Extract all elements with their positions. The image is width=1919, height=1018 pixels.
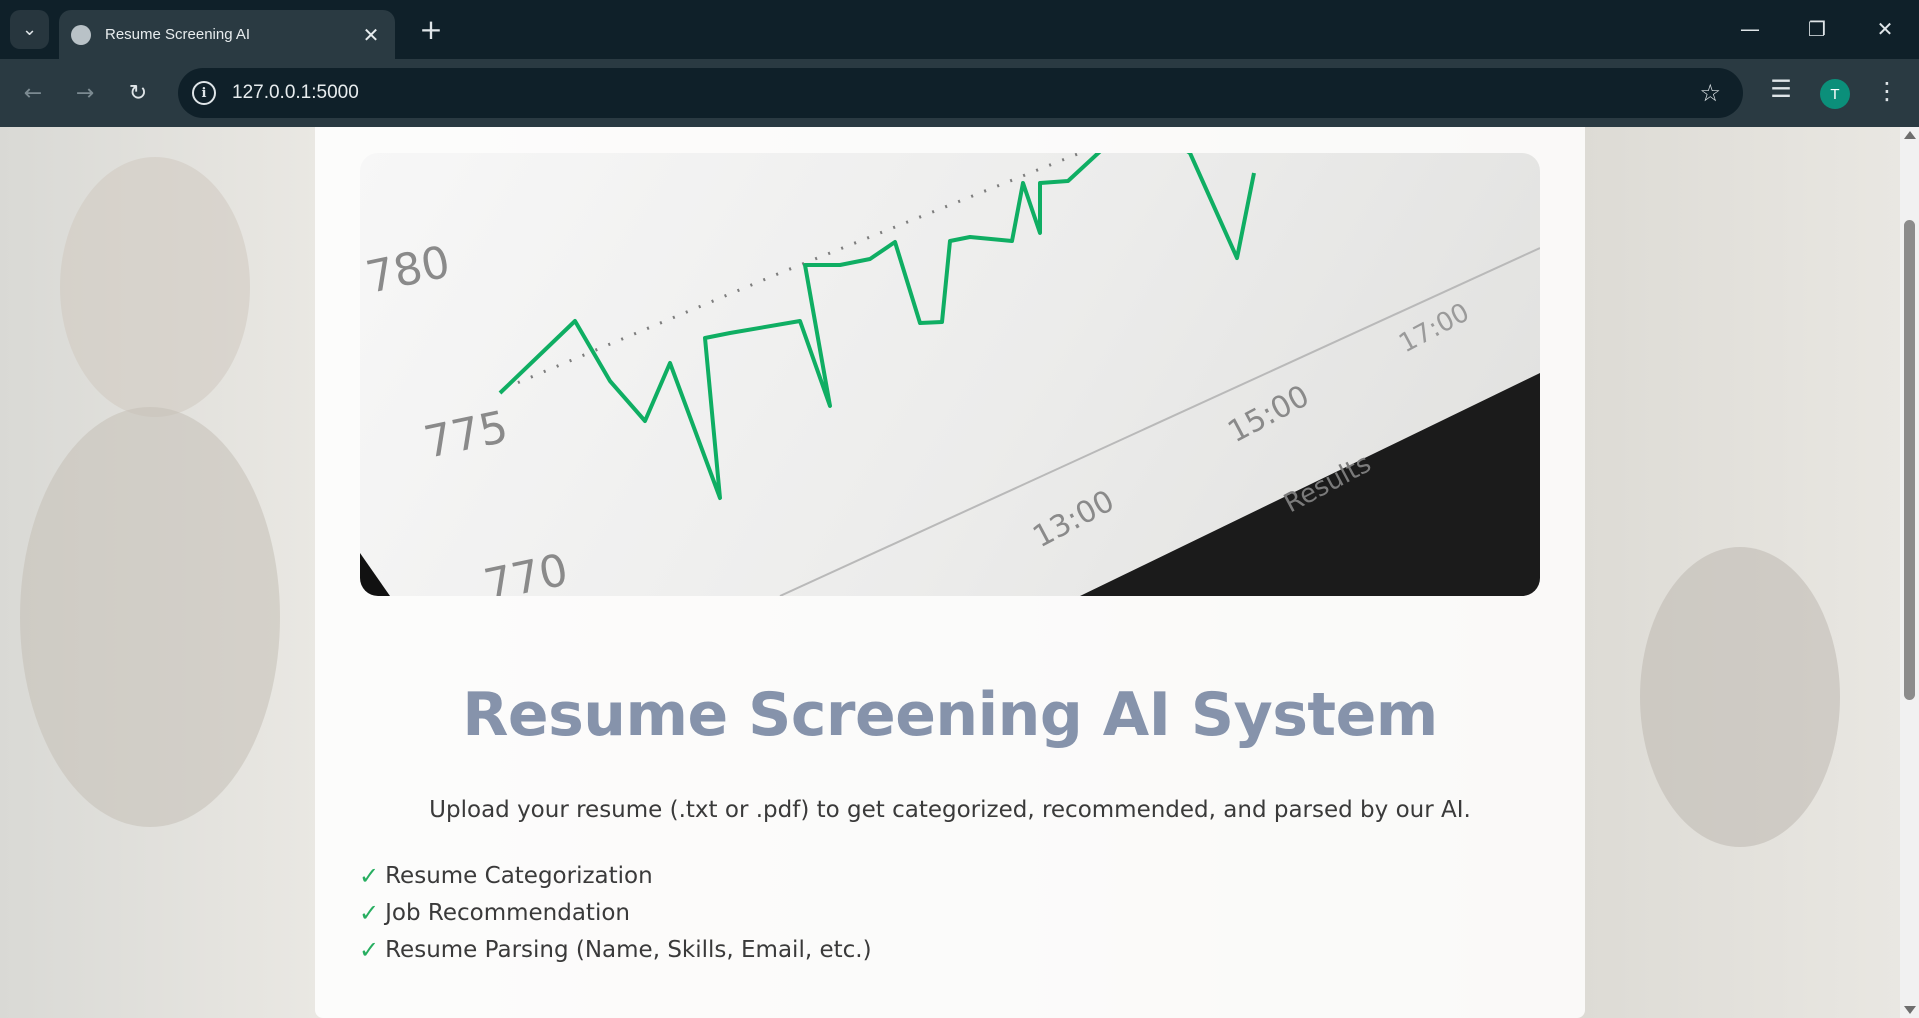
- scroll-up-icon[interactable]: [1904, 131, 1916, 139]
- close-tab-icon[interactable]: ✕: [359, 23, 383, 47]
- scroll-down-icon[interactable]: [1904, 1006, 1916, 1014]
- feature-label: Job Recommendation: [385, 899, 630, 926]
- more-menu-icon[interactable]: ⋮: [1872, 77, 1902, 105]
- feature-list: ✓ Resume Categorization ✓ Job Recommenda…: [359, 857, 872, 968]
- background-image: [60, 157, 250, 417]
- background-image: [1640, 547, 1840, 847]
- tab-strip: ⌄ Resume Screening AI ✕ + — ❐ ✕: [0, 0, 1919, 59]
- time-label: 17:00: [1394, 298, 1474, 360]
- chart-line: [498, 153, 1256, 500]
- site-info-icon[interactable]: i: [192, 81, 216, 105]
- back-button[interactable]: ←: [13, 73, 53, 113]
- globe-icon: [71, 24, 91, 45]
- time-label: 15:00: [1222, 379, 1315, 450]
- forward-button[interactable]: →: [65, 73, 105, 113]
- browser-tab-active[interactable]: Resume Screening AI ✕: [59, 10, 395, 59]
- background-image: [20, 407, 280, 827]
- checkmark-icon: ✓: [359, 898, 380, 927]
- minimize-button[interactable]: —: [1720, 6, 1780, 52]
- tab-search-button[interactable]: ⌄: [10, 10, 49, 49]
- page-subtitle: Upload your resume (.txt or .pdf) to get…: [429, 797, 1471, 823]
- list-item: ✓ Resume Parsing (Name, Skills, Email, e…: [359, 931, 872, 968]
- checkmark-icon: ✓: [359, 935, 380, 964]
- browser-toolbar: ← → ↻ i 127.0.0.1:5000 ☆ ☰ T ⋮: [0, 59, 1919, 127]
- page-viewport: 780 775 770 13:00 15:00 17:00 Results Re…: [0, 127, 1900, 1018]
- feature-label: Resume Parsing (Name, Skills, Email, etc…: [385, 936, 872, 963]
- url-text: 127.0.0.1:5000: [232, 82, 359, 103]
- content-card: 780 775 770 13:00 15:00 17:00 Results Re…: [315, 127, 1585, 1018]
- price-label: 775: [420, 401, 513, 468]
- price-label: 770: [480, 544, 573, 596]
- page-title: Resume Screening AI System: [462, 680, 1438, 750]
- tab-title: Resume Screening AI: [105, 26, 251, 43]
- reload-button[interactable]: ↻: [118, 73, 158, 113]
- new-tab-button[interactable]: +: [414, 12, 448, 46]
- address-bar[interactable]: i 127.0.0.1:5000 ☆: [178, 68, 1743, 118]
- vertical-scrollbar[interactable]: [1900, 127, 1919, 1018]
- media-controls-icon[interactable]: ☰: [1763, 75, 1799, 103]
- restore-button[interactable]: ❐: [1787, 6, 1847, 52]
- stock-chart-graphic: 780 775 770 13:00 15:00 17:00 Results: [360, 153, 1540, 596]
- profile-avatar[interactable]: T: [1820, 79, 1850, 109]
- scrollbar-thumb[interactable]: [1904, 220, 1915, 700]
- hero-chart-image: 780 775 770 13:00 15:00 17:00 Results: [360, 153, 1540, 596]
- chevron-down-icon: ⌄: [21, 19, 38, 40]
- bookmark-star-icon[interactable]: ☆: [1699, 79, 1721, 107]
- close-window-button[interactable]: ✕: [1855, 6, 1915, 52]
- checkmark-icon: ✓: [359, 861, 380, 890]
- list-item: ✓ Resume Categorization: [359, 857, 872, 894]
- feature-label: Resume Categorization: [385, 862, 653, 889]
- time-label: 13:00: [1027, 484, 1120, 555]
- price-label: 780: [362, 236, 455, 303]
- list-item: ✓ Job Recommendation: [359, 894, 872, 931]
